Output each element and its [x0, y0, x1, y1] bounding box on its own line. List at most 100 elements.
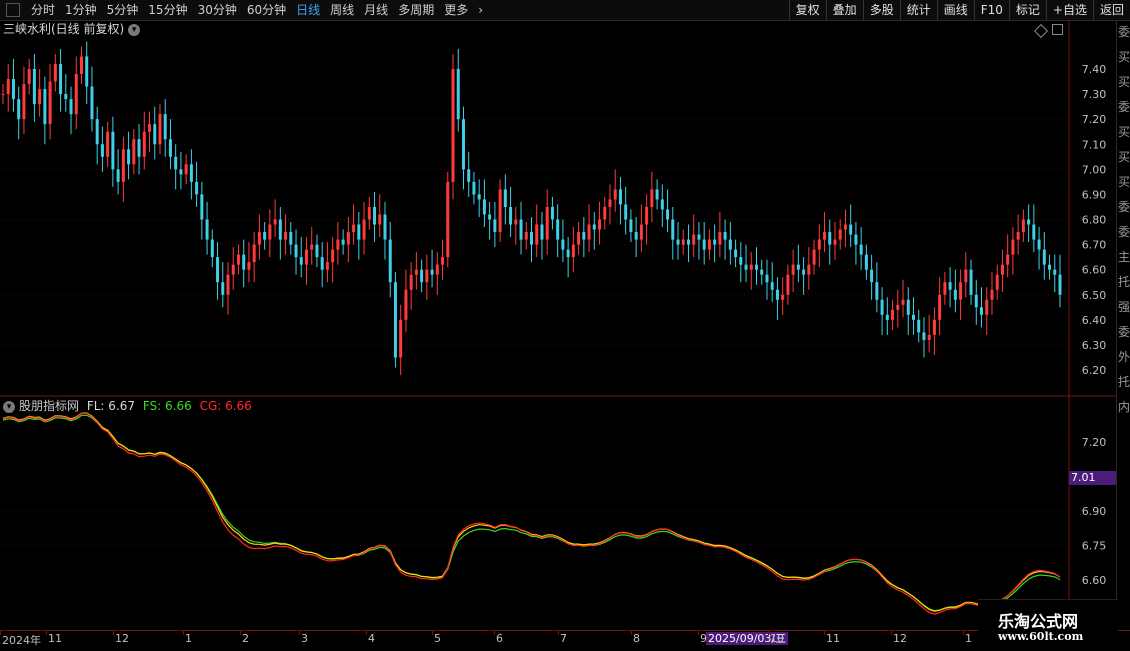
period-tab-4[interactable]: 30分钟: [193, 0, 242, 20]
candle-body: [85, 56, 89, 87]
candle-body: [184, 164, 188, 175]
candle-body: [969, 269, 973, 295]
candle-body: [17, 99, 21, 120]
period-tab-8[interactable]: 月线: [359, 0, 393, 20]
candle-body: [681, 239, 685, 245]
candle-body: [383, 214, 387, 240]
candle-body: [174, 156, 178, 170]
toolbar-button-4[interactable]: 画线: [936, 0, 974, 20]
watermark-url: www.60lt.com: [998, 630, 1084, 643]
candle-body: [639, 224, 643, 240]
candle-body: [875, 282, 879, 300]
quote-panel-char: 托: [1117, 275, 1130, 289]
candle-body: [441, 257, 445, 265]
candle-body: [106, 131, 110, 157]
candle-body: [859, 244, 863, 255]
period-tab-5[interactable]: 60分钟: [242, 0, 291, 20]
top-toolbar: 分时 1分钟 5分钟 15分钟 30分钟 60分钟 日线 周线 月线 多周期 更多 › 复权 叠加 多股统…: [0, 0, 1130, 21]
price-tick-label: 6.30: [1082, 339, 1107, 352]
date-tick-label: 5: [434, 632, 441, 645]
candle-body: [530, 232, 533, 245]
candle-body: [1016, 232, 1020, 240]
candle-body: [189, 164, 193, 182]
candle-body: [744, 264, 748, 270]
price-tick-label: 6.50: [1082, 289, 1107, 302]
date-tick-mark: [183, 631, 184, 635]
candle-body: [791, 264, 795, 275]
toolbar-button-6[interactable]: 标记: [1008, 0, 1046, 20]
period-tab-7[interactable]: 周线: [325, 0, 359, 20]
candle-body: [833, 239, 837, 245]
price-tick-label: 6.70: [1082, 239, 1107, 252]
candle-body: [304, 249, 308, 265]
quote-panel-char: 外: [1117, 350, 1130, 364]
date-tick-label: 3: [301, 632, 308, 645]
period-tab-3[interactable]: 15分钟: [143, 0, 192, 20]
toolbar-button-3[interactable]: 统计: [899, 0, 937, 20]
period-tab-9[interactable]: 多周期: [393, 0, 439, 20]
candle-body: [598, 219, 602, 230]
date-tick-mark: [494, 631, 495, 635]
period-selector: 分时 1分钟 5分钟 15分钟 30分钟 60分钟 日线 周线 月线 多周期 更多 ›: [0, 0, 488, 20]
candle-body: [482, 199, 486, 215]
chevron-right-icon[interactable]: ›: [473, 0, 488, 20]
period-tab-1[interactable]: 1分钟: [60, 0, 102, 20]
date-tick-label: 12: [115, 632, 129, 645]
toolbar-button-0[interactable]: 复权: [788, 0, 826, 20]
candle-body: [556, 219, 560, 240]
period-tab-0[interactable]: 分时: [26, 0, 60, 20]
period-tab-10[interactable]: 更多: [439, 0, 473, 20]
menu-icon[interactable]: [6, 3, 20, 17]
quote-panel-char: 买: [1117, 75, 1130, 89]
candle-body: [393, 282, 397, 358]
price-tick-label: 6.90: [1082, 188, 1107, 201]
candle-body: [828, 232, 832, 245]
date-tick-mark: [299, 631, 300, 635]
candle-body: [550, 206, 554, 220]
candle-body: [1, 94, 5, 96]
candle-body: [1000, 264, 1004, 275]
candle-body: [880, 299, 884, 315]
price-tick-label: 7.00: [1082, 163, 1107, 176]
candle-body: [786, 274, 790, 295]
candle-body: [278, 219, 282, 240]
date-tick-mark: [366, 631, 367, 635]
candle-body: [336, 239, 340, 250]
candle-body: [854, 234, 858, 245]
candle-body: [995, 274, 999, 290]
candle-body: [781, 294, 785, 300]
candle-body: [927, 334, 931, 340]
candle-body: [299, 257, 303, 265]
candle-body: [231, 264, 235, 275]
candle-body: [451, 69, 455, 182]
indicator-tick-label: 6.60: [1082, 574, 1107, 587]
toolbar-button-5[interactable]: F10: [973, 0, 1009, 20]
candle-body: [48, 81, 52, 125]
period-tab-6[interactable]: 日线: [291, 0, 325, 20]
candle-body: [310, 244, 314, 250]
candle-body: [11, 79, 15, 100]
candle-body: [284, 232, 288, 240]
fs-line: [2, 414, 1061, 612]
toolbar-button-7[interactable]: +自选: [1045, 0, 1093, 20]
date-tick-mark: [824, 631, 825, 635]
candle-body: [69, 99, 73, 115]
date-tick-label: 1: [965, 632, 972, 645]
toolbar-button-2[interactable]: 多股: [862, 0, 900, 20]
candle-body: [1027, 219, 1031, 225]
candle-body: [775, 289, 779, 300]
candle-body: [514, 219, 518, 225]
candle-body: [247, 262, 251, 270]
toolbar-button-1[interactable]: 叠加: [825, 0, 863, 20]
candle-body: [210, 239, 214, 258]
chevron-down-icon[interactable]: ▾: [3, 400, 15, 413]
chart-area[interactable]: 7.40 7.30 7.20 7.10 7.00 6.90 6.80 6.70 6.60 6.50…: [0, 20, 1116, 630]
date-tick-mark: [558, 631, 559, 635]
quote-panel-edge[interactable]: 委买买委买买买委委主托强委外托内: [1116, 20, 1130, 630]
period-tab-2[interactable]: 5分钟: [102, 0, 144, 20]
toolbar-button-8[interactable]: 返回: [1092, 0, 1130, 20]
candle-body: [362, 219, 366, 240]
candle-body: [273, 219, 277, 225]
candle-body: [116, 169, 120, 182]
candle-body: [870, 269, 874, 283]
